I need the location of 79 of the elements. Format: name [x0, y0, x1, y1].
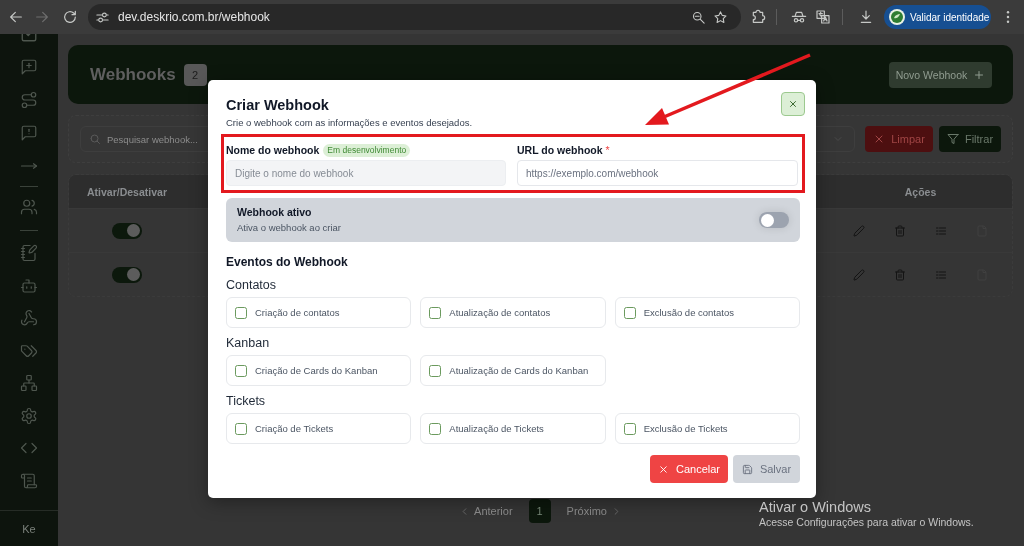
checkbox[interactable]	[429, 364, 442, 377]
plus-icon	[973, 68, 986, 81]
page-button[interactable]: 1	[528, 499, 551, 523]
column-header: Ações	[903, 185, 938, 198]
setting-description: Ativa o webhook ao criar	[237, 222, 342, 234]
status-badge: Em desenvolvimento	[323, 143, 411, 157]
hat-glasses-icon[interactable]	[791, 9, 807, 25]
translate-icon[interactable]	[815, 9, 831, 25]
close-icon	[658, 463, 669, 475]
checkbox[interactable]	[623, 422, 636, 435]
text-input[interactable]: https://exemplo.com/webhook	[517, 160, 798, 186]
page-title: Webhooks	[90, 64, 176, 85]
field-label: URL do webhook	[517, 144, 603, 156]
user-initials[interactable]: Ke	[22, 522, 36, 535]
event-option[interactable]: Atualização de Cards do Kanban	[420, 355, 606, 386]
checkbox[interactable]	[235, 422, 247, 435]
network-icon[interactable]	[20, 374, 38, 393]
pencil-icon[interactable]	[853, 268, 865, 281]
download-icon[interactable]	[858, 9, 874, 25]
close-icon	[787, 98, 799, 110]
setting-title: Webhook ativo	[237, 206, 313, 219]
event-option[interactable]: Criação de contatos	[226, 297, 412, 328]
star-icon[interactable]	[713, 9, 728, 25]
required-mark: *	[605, 144, 610, 156]
group-label: Contatos	[226, 277, 278, 293]
zoom-out-icon[interactable]	[691, 9, 706, 25]
group-label: Tickets	[226, 393, 267, 409]
event-option[interactable]: Exclusão de Tickets	[614, 413, 800, 444]
square-check-icon[interactable]	[20, 34, 38, 43]
scroll-icon[interactable]	[20, 471, 38, 490]
back-icon[interactable]	[8, 9, 24, 25]
address-bar[interactable]: dev.deskrio.com.br/webhook	[88, 4, 741, 30]
new-webhook-button[interactable]: Novo Webhook	[889, 61, 992, 88]
cancel-button[interactable]: Cancelar	[650, 455, 728, 483]
section-title: Eventos do Webhook	[226, 254, 349, 270]
webhook-icon[interactable]	[20, 309, 38, 328]
dialog-title: Criar Webhook	[226, 96, 330, 114]
activation-notice-title: Ativar o Windows	[759, 500, 872, 515]
pencil-icon[interactable]	[853, 224, 865, 237]
column-header: Ativar/Desativar	[86, 185, 168, 198]
notebook-pen-icon[interactable]	[20, 244, 38, 263]
activation-notice-text: Acesse Configurações para ativar o Windows.	[759, 516, 974, 528]
checkbox[interactable]	[235, 306, 247, 319]
field-label: Nome do webhook	[226, 144, 320, 156]
menu-icon[interactable]	[1006, 10, 1010, 24]
route-icon[interactable]	[20, 90, 38, 109]
checkbox[interactable]	[623, 306, 636, 319]
next-link[interactable]: Próximo	[566, 505, 622, 517]
event-option[interactable]: Atualização de contatos	[420, 297, 606, 328]
robot-icon[interactable]	[20, 276, 38, 295]
group-label: Kanban	[226, 335, 271, 351]
previous-link[interactable]: Anterior	[459, 505, 513, 517]
search-icon	[89, 133, 101, 145]
checkbox[interactable]	[235, 364, 247, 377]
event-option[interactable]: Criação de Cards do Kanban	[226, 355, 412, 386]
toggle-switch[interactable]	[112, 266, 142, 283]
avatar-icon	[889, 9, 905, 25]
settings-icon[interactable]	[20, 406, 38, 425]
filter-button[interactable]: Filtrar	[939, 126, 1001, 152]
reload-icon[interactable]	[62, 9, 78, 25]
toggle-switch[interactable]	[759, 212, 789, 228]
dialog-subtitle: Crie o webhook com as informações e eventos desejados.	[226, 116, 473, 130]
puzzle-icon[interactable]	[750, 9, 766, 25]
message-alert-icon[interactable]	[20, 123, 38, 142]
checkbox[interactable]	[429, 422, 442, 435]
users-icon[interactable]	[20, 197, 38, 216]
close-button[interactable]	[781, 92, 805, 116]
event-option[interactable]: Exclusão de contatos	[614, 297, 800, 328]
toggle-switch[interactable]	[112, 222, 142, 239]
site-settings-icon[interactable]	[95, 9, 110, 25]
message-plus-icon[interactable]	[20, 57, 38, 76]
checkbox[interactable]	[429, 306, 442, 319]
funnel-icon	[946, 133, 959, 145]
trash-icon[interactable]	[894, 224, 906, 237]
event-option[interactable]: Criação de Tickets	[226, 413, 412, 444]
profile-button[interactable]: Validar identidade	[884, 5, 991, 29]
trash-icon[interactable]	[894, 268, 906, 281]
event-option[interactable]: Atualização de Tickets	[420, 413, 606, 444]
forward-icon[interactable]	[34, 9, 50, 25]
